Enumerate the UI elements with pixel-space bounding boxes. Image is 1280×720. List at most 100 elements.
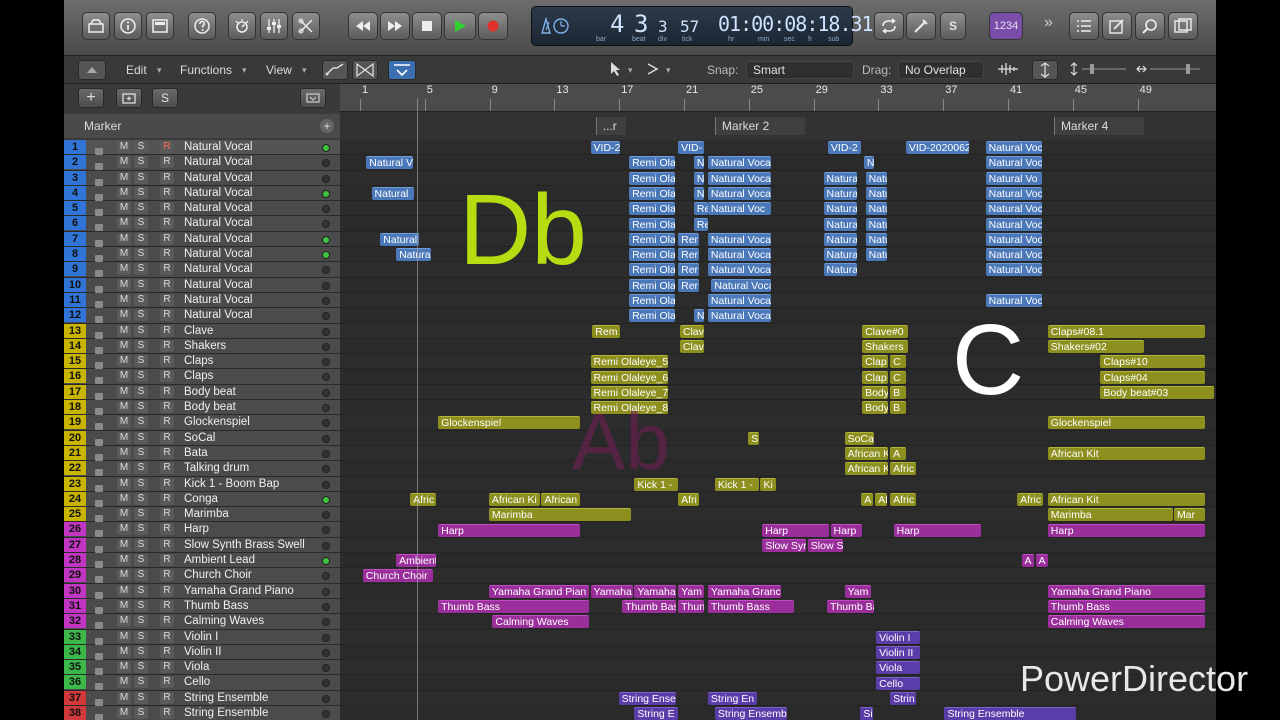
region[interactable]: Natural Voc [985,217,1042,231]
flex-icon[interactable] [352,60,378,80]
track-row[interactable]: 18 M S R Body beat [64,400,340,416]
mute-button[interactable]: M [117,263,131,276]
solo-button[interactable]: S [134,309,148,322]
region[interactable]: N [693,171,705,185]
region[interactable]: Thumb Ba [827,600,875,613]
region[interactable]: N [863,156,875,170]
record-enable-button[interactable]: R [160,462,174,475]
record-enable-button[interactable]: R [160,492,174,505]
region[interactable]: String Ensemble [944,707,1076,720]
catch-icon[interactable] [322,60,348,80]
track-row[interactable]: 23 M S R Kick 1 - Boom Bap [64,476,340,492]
track-lane[interactable] [340,461,1216,477]
region[interactable]: B [890,385,906,399]
region[interactable]: African K [844,447,889,460]
region[interactable]: Afri [678,492,700,506]
record-enable-button[interactable]: R [160,370,174,383]
browsers-icon[interactable] [1168,12,1198,40]
horizontal-zoom-slider[interactable] [1136,61,1202,79]
record-enable-button[interactable]: R [160,248,174,261]
mute-button[interactable]: M [117,171,131,184]
region[interactable]: Yam [844,584,871,598]
region[interactable]: African [541,492,580,506]
region[interactable]: Afric [410,492,437,506]
track-row[interactable]: 26 M S R Harp [64,522,340,538]
record-enable-button[interactable]: R [160,385,174,398]
region[interactable]: Harp [830,523,863,537]
region[interactable]: Glockenspiel [1047,416,1206,430]
record-enable-button[interactable]: R [160,661,174,674]
region[interactable]: Harp [438,523,581,537]
track-lane[interactable] [340,293,1216,309]
region[interactable]: Yamaha [590,584,633,598]
track-row[interactable]: 16 M S R Claps [64,369,340,385]
track-row[interactable]: 3 M S R Natural Vocal [64,170,340,186]
region[interactable]: Natu [865,186,887,200]
mute-button[interactable]: M [117,462,131,475]
marker[interactable]: ...r [595,117,626,135]
record-enable-button[interactable]: R [160,355,174,368]
region[interactable]: Calming Waves [492,615,589,629]
automation-icon[interactable] [388,60,416,80]
region[interactable]: Clav [679,339,705,353]
region[interactable]: Natu [865,202,887,216]
mute-button[interactable]: M [117,477,131,490]
track-lane[interactable] [340,308,1216,324]
record-enable-button[interactable]: R [160,615,174,628]
record-enable-button[interactable]: R [160,141,174,153]
add-track-button[interactable]: + [78,88,104,108]
region[interactable]: Re [693,217,708,231]
solo-button[interactable]: S [134,462,148,475]
mute-button[interactable]: M [117,232,131,245]
region[interactable]: Remi Ola [629,232,675,246]
region[interactable]: Natural Voca [707,156,771,170]
mute-button[interactable]: M [117,554,131,567]
region[interactable]: Remi Ola [629,309,675,323]
region[interactable]: Natural Voc [985,248,1042,262]
drag-dropdown[interactable]: No Overlap [898,61,984,79]
region[interactable]: Afric [1017,492,1044,506]
region[interactable]: String En [707,691,757,705]
mute-button[interactable]: M [117,416,131,429]
region[interactable]: Natural Voc [985,141,1042,154]
mute-button[interactable]: M [117,706,131,719]
region[interactable]: Mar [1173,508,1206,522]
record-enable-button[interactable]: R [160,416,174,429]
mute-button[interactable]: M [117,385,131,398]
track-row[interactable]: 35 M S R Viola [64,660,340,676]
solo-button[interactable]: S [134,554,148,567]
region[interactable]: Natura [823,171,857,185]
region[interactable]: B [890,401,906,415]
record-enable-button[interactable]: R [160,339,174,352]
track-row[interactable]: 14 M S R Shakers [64,338,340,355]
count-in-button[interactable]: 1234 [989,12,1023,40]
region[interactable]: VID-2 [590,141,621,154]
track-row[interactable]: 20 M S R SoCal [64,430,340,446]
track-row[interactable]: 1 M S R Natural Vocal [64,140,340,156]
record-enable-button[interactable]: R [160,217,174,230]
record-enable-button[interactable]: R [160,691,174,704]
track-row[interactable]: 28 M S R Ambient Lead [64,553,340,569]
region[interactable]: S [748,431,759,445]
region[interactable]: Harp [1047,523,1206,537]
mute-button[interactable]: M [117,401,131,414]
track-row[interactable]: 9 M S R Natural Vocal [64,262,340,278]
region[interactable]: Natural Vo [985,171,1042,185]
track-row[interactable]: 4 M S R Natural Vocal [64,185,340,202]
record-enable-button[interactable]: R [160,431,174,444]
quick-help-icon[interactable] [188,12,216,40]
track-lane[interactable] [340,369,1216,385]
track-folder-icon[interactable] [116,88,142,108]
region[interactable]: Yamaha [634,584,677,598]
region[interactable]: Natural Voc [707,202,771,216]
region[interactable]: Si [860,707,873,720]
region[interactable]: African K [844,462,889,476]
solo-button[interactable]: S [134,339,148,352]
region[interactable]: VID-2 [827,141,862,154]
region[interactable]: Body beat#03 [1100,385,1215,399]
solo-button[interactable]: S [134,676,148,689]
record-enable-button[interactable]: R [160,630,174,643]
region[interactable]: String E [634,707,679,720]
stop-icon[interactable] [412,12,442,40]
marker-lane[interactable]: ...r Marker 2 Marker 4 [340,112,1216,140]
